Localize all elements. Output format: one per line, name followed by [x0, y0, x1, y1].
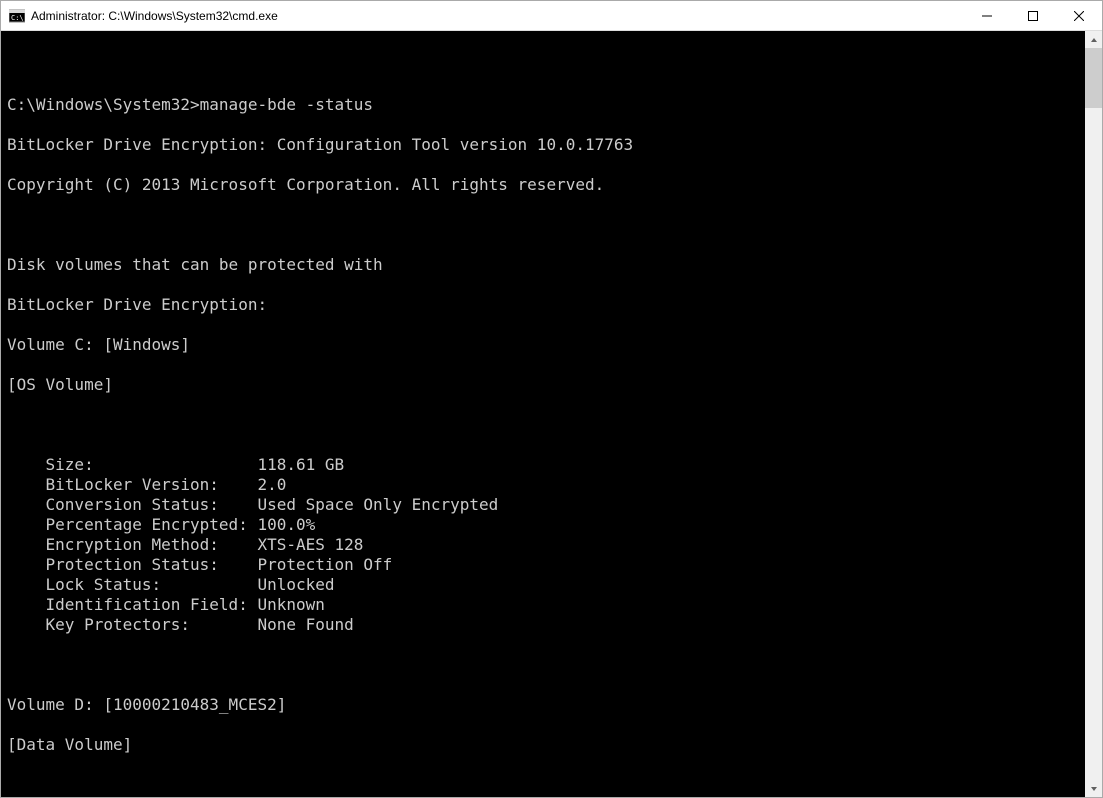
blank-line	[7, 415, 1085, 435]
property-row: Identification Field: Unknown	[7, 595, 1085, 615]
vol-c-props: Size: 118.61 GB BitLocker Version: 2.0 C…	[7, 455, 1085, 635]
property-row: Key Protectors: None Found	[7, 615, 1085, 635]
output-line: BitLocker Drive Encryption: Configuratio…	[7, 135, 1085, 155]
scroll-up-arrow[interactable]	[1085, 31, 1102, 48]
volume-subtitle: [Data Volume]	[7, 735, 1085, 755]
window-titlebar: C:\ Administrator: C:\Windows\System32\c…	[1, 1, 1102, 31]
terminal-output[interactable]: C:\Windows\System32>manage-bde -status B…	[1, 31, 1085, 797]
window-controls	[964, 1, 1102, 30]
property-row: Percentage Encrypted: 100.0%	[7, 515, 1085, 535]
svg-text:C:\: C:\	[11, 14, 24, 22]
property-row: Protection Status: Protection Off	[7, 555, 1085, 575]
blank-line	[7, 775, 1085, 795]
output-line: BitLocker Drive Encryption:	[7, 295, 1085, 315]
output-line: Copyright (C) 2013 Microsoft Corporation…	[7, 175, 1085, 195]
cmd-icon: C:\	[9, 8, 25, 24]
prompt-path: C:\Windows\System32>	[7, 95, 200, 114]
volume-title: Volume D: [10000210483_MCES2]	[7, 695, 1085, 715]
blank-line	[7, 655, 1085, 675]
output-line: Disk volumes that can be protected with	[7, 255, 1085, 275]
scroll-down-arrow[interactable]	[1085, 780, 1102, 797]
prompt-line: C:\Windows\System32>manage-bde -status	[7, 95, 1085, 115]
terminal-container: C:\Windows\System32>manage-bde -status B…	[1, 31, 1102, 797]
volume-title: Volume C: [Windows]	[7, 335, 1085, 355]
window-title: Administrator: C:\Windows\System32\cmd.e…	[31, 9, 964, 23]
maximize-button[interactable]	[1010, 1, 1056, 30]
property-row: Size: 118.61 GB	[7, 455, 1085, 475]
minimize-button[interactable]	[964, 1, 1010, 30]
blank-line	[7, 215, 1085, 235]
vertical-scrollbar[interactable]	[1085, 31, 1102, 797]
close-button[interactable]	[1056, 1, 1102, 30]
volume-subtitle: [OS Volume]	[7, 375, 1085, 395]
property-row: Encryption Method: XTS-AES 128	[7, 535, 1085, 555]
property-row: BitLocker Version: 2.0	[7, 475, 1085, 495]
property-row: Conversion Status: Used Space Only Encry…	[7, 495, 1085, 515]
scroll-thumb[interactable]	[1085, 48, 1102, 108]
prompt-command: manage-bde -status	[200, 95, 373, 114]
property-row: Lock Status: Unlocked	[7, 575, 1085, 595]
blank-line	[7, 55, 1085, 75]
